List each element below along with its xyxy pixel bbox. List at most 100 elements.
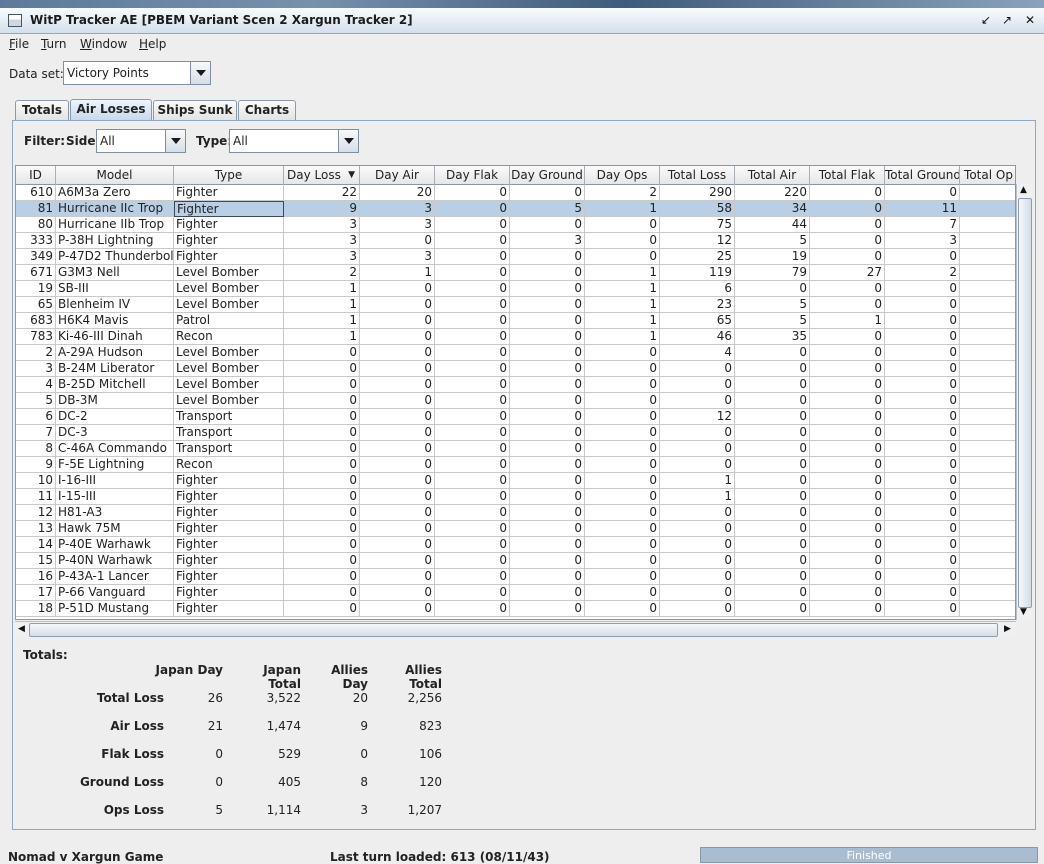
table-cell[interactable]: 0 [284, 585, 360, 601]
table-cell[interactable]: 0 [435, 329, 510, 345]
table-cell[interactable]: 0 [435, 249, 510, 265]
table-row[interactable]: 7 DC-3 Transport 0 0 0 0 0 0 0 0 0 [16, 425, 1015, 441]
table-row[interactable]: 80 Hurricane IIb Trop Fighter 3 3 0 0 0 75 44 0 7 [16, 217, 1015, 233]
table-cell[interactable]: B-25D Mitchell [56, 377, 174, 393]
table-cell[interactable]: 0 [284, 537, 360, 553]
table-cell[interactable]: G3M3 Nell [56, 265, 174, 281]
table-cell[interactable]: 0 [360, 281, 435, 297]
table-row[interactable]: 610 A6M3a Zero Fighter 22 20 0 0 2 290 220 0 0 [16, 185, 1015, 201]
table-cell[interactable]: Hurricane IIb Trop [56, 217, 174, 233]
table-cell[interactable]: 0 [585, 553, 660, 569]
table-cell[interactable]: 0 [885, 441, 960, 457]
column-header[interactable]: Type [174, 166, 284, 185]
table-cell[interactable]: 0 [735, 473, 810, 489]
table-cell[interactable]: 0 [810, 537, 885, 553]
table-cell[interactable]: 0 [885, 457, 960, 473]
maximize-icon[interactable]: ↗ [999, 13, 1015, 28]
table-cell[interactable]: 3 [360, 217, 435, 233]
table-cell[interactable]: Hawk 75M [56, 521, 174, 537]
table-cell[interactable]: C-46A Commando [56, 441, 174, 457]
table-cell[interactable]: 0 [585, 601, 660, 617]
table-cell[interactable]: 65 [660, 313, 735, 329]
table-cell[interactable] [960, 489, 1015, 505]
table-cell[interactable]: 0 [435, 409, 510, 425]
table-cell[interactable] [960, 185, 1015, 201]
table-cell[interactable]: Fighter [174, 521, 284, 537]
table-cell[interactable]: 220 [735, 185, 810, 201]
horizontal-scroll-thumb[interactable] [29, 623, 998, 637]
table-row[interactable]: 12 H81-A3 Fighter 0 0 0 0 0 0 0 0 0 [16, 505, 1015, 521]
dataset-select[interactable]: Victory Points [63, 61, 211, 85]
table-cell[interactable]: 0 [510, 345, 585, 361]
table-cell[interactable]: 0 [284, 377, 360, 393]
table-cell[interactable]: Fighter [174, 569, 284, 585]
table-cell[interactable]: 2 [284, 265, 360, 281]
table-cell[interactable]: 46 [660, 329, 735, 345]
table-cell[interactable]: 1 [585, 265, 660, 281]
table-cell[interactable] [960, 425, 1015, 441]
table-row[interactable]: 17 P-66 Vanguard Fighter 0 0 0 0 0 0 0 0 0 [16, 585, 1015, 601]
table-cell[interactable]: 0 [284, 601, 360, 617]
table-cell[interactable]: 0 [735, 569, 810, 585]
table-cell[interactable]: 7 [16, 425, 56, 441]
table-cell[interactable] [960, 265, 1015, 281]
table-cell[interactable]: 0 [810, 473, 885, 489]
table-cell[interactable]: 0 [810, 569, 885, 585]
table-cell[interactable] [960, 313, 1015, 329]
table-cell[interactable]: 0 [360, 377, 435, 393]
table-cell[interactable]: 0 [510, 185, 585, 201]
table-cell[interactable]: 0 [885, 281, 960, 297]
table-cell[interactable] [960, 409, 1015, 425]
table-cell[interactable]: 1 [585, 329, 660, 345]
table-cell[interactable]: 0 [435, 201, 510, 217]
table-cell[interactable]: 0 [810, 425, 885, 441]
table-cell[interactable]: 8 [16, 441, 56, 457]
scroll-up-icon[interactable]: ▲ [1020, 185, 1027, 195]
table-cell[interactable]: 0 [585, 217, 660, 233]
table-cell[interactable]: 0 [510, 601, 585, 617]
table-cell[interactable]: 0 [510, 281, 585, 297]
table-row[interactable]: 9 F-5E Lightning Recon 0 0 0 0 0 0 0 0 0 [16, 457, 1015, 473]
table-cell[interactable]: 3 [360, 249, 435, 265]
table-cell[interactable]: Level Bomber [174, 361, 284, 377]
menu-help[interactable]: Help [139, 37, 166, 51]
table-cell[interactable]: 0 [360, 361, 435, 377]
table-cell[interactable]: 0 [360, 393, 435, 409]
table-cell[interactable]: 671 [16, 265, 56, 281]
table-cell[interactable]: 0 [435, 185, 510, 201]
table-cell[interactable] [960, 521, 1015, 537]
table-cell[interactable]: Level Bomber [174, 377, 284, 393]
table-cell[interactable]: 0 [510, 217, 585, 233]
table-cell[interactable]: 0 [885, 601, 960, 617]
table-cell[interactable]: 0 [435, 505, 510, 521]
table-cell[interactable]: 0 [585, 361, 660, 377]
table-cell[interactable]: 0 [510, 473, 585, 489]
table-cell[interactable]: 7 [885, 217, 960, 233]
table-cell[interactable]: DB-3M [56, 393, 174, 409]
table-cell[interactable] [960, 217, 1015, 233]
table-cell[interactable]: 0 [810, 297, 885, 313]
table-cell[interactable]: 0 [360, 297, 435, 313]
table-row[interactable]: 81 Hurricane IIc Trop Fighter 9 3 0 5 1 58 34 0 11 [16, 201, 1015, 217]
table-cell[interactable]: 0 [284, 425, 360, 441]
table-cell[interactable]: 0 [435, 377, 510, 393]
table-cell[interactable]: 3 [360, 201, 435, 217]
table-cell[interactable]: 0 [360, 473, 435, 489]
table-cell[interactable]: 0 [360, 553, 435, 569]
table-cell[interactable]: 0 [885, 473, 960, 489]
table-cell[interactable]: 0 [510, 553, 585, 569]
table-cell[interactable]: 0 [810, 489, 885, 505]
table-cell[interactable]: 0 [510, 409, 585, 425]
table-row[interactable]: 3 B-24M Liberator Level Bomber 0 0 0 0 0 0 0 0 0 [16, 361, 1015, 377]
table-cell[interactable]: Fighter [174, 505, 284, 521]
table-cell[interactable]: 0 [510, 441, 585, 457]
table-cell[interactable]: 333 [16, 233, 56, 249]
table-cell[interactable]: 0 [735, 537, 810, 553]
table-cell[interactable]: 0 [735, 393, 810, 409]
table-cell[interactable]: Level Bomber [174, 345, 284, 361]
table-cell[interactable] [960, 329, 1015, 345]
table-cell[interactable] [960, 361, 1015, 377]
scroll-right-icon[interactable]: ▶ [1004, 624, 1011, 634]
table-cell[interactable]: 0 [435, 553, 510, 569]
table-cell[interactable]: F-5E Lightning [56, 457, 174, 473]
